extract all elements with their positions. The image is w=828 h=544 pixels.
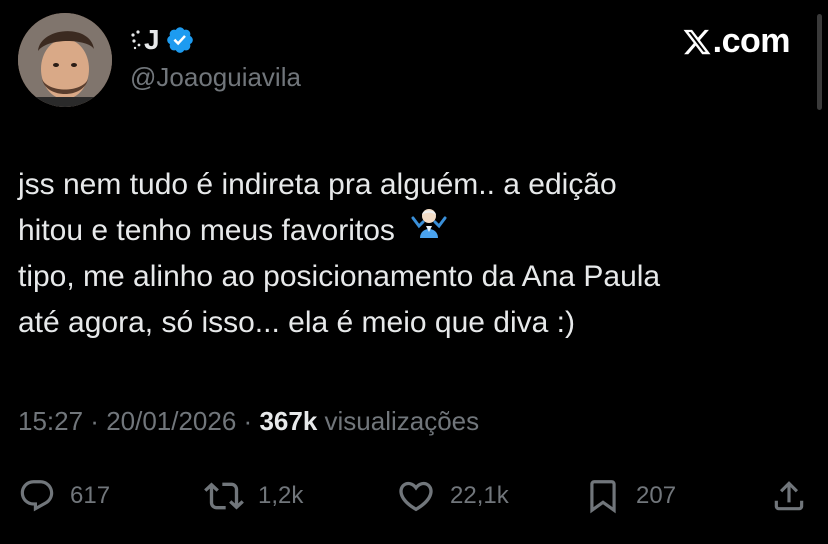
reply-button[interactable]: 617	[18, 474, 110, 518]
tweet-text: jss nem tudo é indireta pra alguém.. a e…	[18, 162, 808, 346]
repost-icon	[204, 476, 244, 516]
views-count: 367k	[259, 406, 318, 436]
avatar[interactable]	[18, 13, 112, 107]
tweet-line-3: tipo, me alinho ao posicionamento da Ana…	[18, 260, 661, 293]
share-button[interactable]	[770, 474, 808, 518]
handle[interactable]: @Joaoguiavila	[130, 62, 301, 93]
x-logo-icon	[682, 27, 712, 57]
tweet-line-2-text: hitou e tenho meus favoritos	[18, 214, 395, 247]
tweet-line-1: jss nem tudo é indireta pra alguém.. a e…	[18, 168, 617, 201]
tweet-time[interactable]: 15:27	[18, 406, 83, 436]
tweet-date[interactable]: 20/01/2026	[106, 406, 236, 436]
reply-count: 617	[70, 482, 111, 509]
tweet-line-4: até agora, só isso... ela é meio que div…	[18, 306, 575, 339]
repost-button[interactable]: 1,2k	[204, 474, 303, 518]
sparkle-icon	[130, 27, 142, 53]
bookmark-icon	[584, 476, 622, 516]
tweet-meta: 15:27 · 20/01/2026 · 367k visualizações	[18, 406, 479, 437]
meta-separator: ·	[83, 406, 107, 436]
action-bar: 617 1,2k 22,1k 207	[18, 474, 810, 518]
share-icon	[770, 477, 808, 515]
tweet-line-2: hitou e tenho meus favoritos	[18, 208, 808, 254]
bookmark-count: 207	[636, 482, 677, 509]
brand-logo: .com	[682, 22, 791, 61]
like-button[interactable]: 22,1k	[396, 474, 509, 518]
scrollbar[interactable]	[817, 14, 822, 110]
views-label: visualizações	[324, 406, 480, 436]
reply-icon	[18, 477, 56, 515]
display-name[interactable]: J	[144, 24, 160, 56]
heart-icon	[396, 476, 436, 516]
like-count: 22,1k	[450, 482, 509, 509]
bookmark-button[interactable]: 207	[584, 474, 676, 518]
brand-text: .com	[712, 22, 791, 60]
display-name-row: J	[130, 24, 195, 56]
avatar-image	[18, 13, 112, 107]
verified-badge-icon	[165, 25, 195, 55]
meta-separator: ·	[236, 406, 260, 436]
repost-count: 1,2k	[258, 482, 304, 509]
man-shrugging-emoji	[411, 206, 447, 252]
